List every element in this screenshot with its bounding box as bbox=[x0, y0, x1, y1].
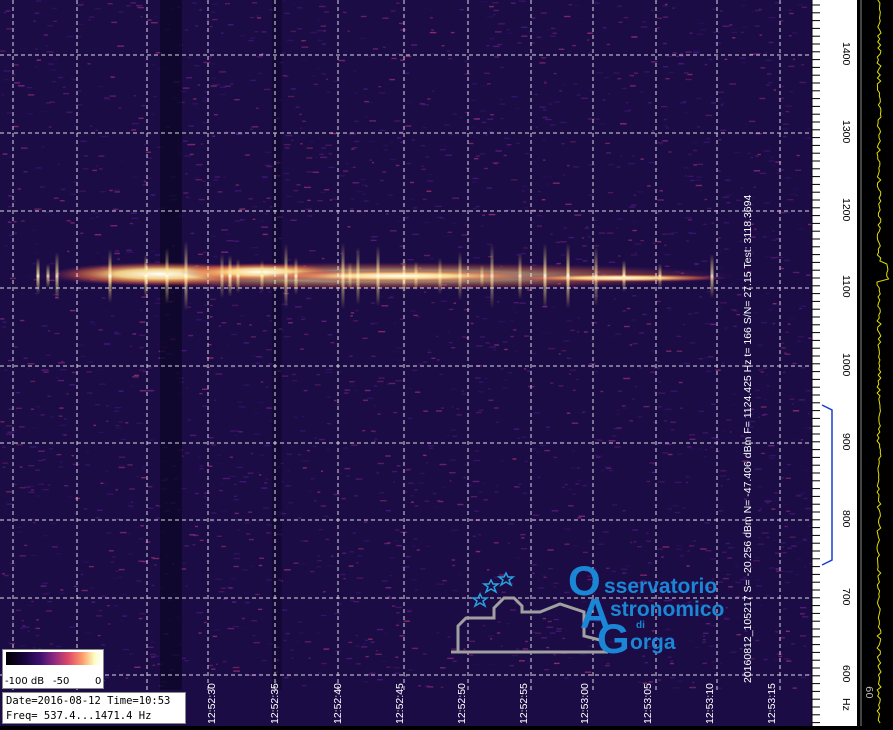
legend-max: 0 bbox=[95, 676, 102, 687]
time-label: 12:53:10 bbox=[704, 683, 716, 724]
right-strip-value: 60 bbox=[863, 686, 874, 699]
frequency-label: 1100 bbox=[840, 275, 852, 298]
spike bbox=[376, 245, 380, 307]
spike bbox=[622, 260, 626, 292]
frequency-label: 800 bbox=[840, 510, 852, 528]
spectrogram-view: 2512:52:3012:52:3512:52:4012:52:4512:52:… bbox=[0, 0, 893, 726]
frequency-label: 900 bbox=[840, 433, 852, 451]
spike bbox=[220, 253, 224, 299]
logo-letter-g: G bbox=[597, 615, 630, 662]
frequency-label: 1000 bbox=[840, 353, 852, 377]
signal-strip bbox=[857, 0, 893, 726]
legend-min: -100 dB bbox=[5, 676, 45, 687]
spike bbox=[348, 262, 352, 290]
time-label: 12:52:50 bbox=[456, 683, 468, 724]
info-box: Date=2016-08-12 Time=10:53 Freq= 537.4..… bbox=[2, 692, 186, 724]
spike bbox=[490, 243, 494, 309]
meteor-echo-trace bbox=[20, 262, 740, 290]
frequency-label: 600 bbox=[840, 665, 852, 683]
spike bbox=[36, 257, 40, 295]
color-scale-bar bbox=[6, 652, 102, 665]
spike bbox=[284, 243, 288, 309]
time-label: 12:53:15 bbox=[766, 683, 778, 724]
logo-word-1: sservatorio bbox=[604, 575, 718, 598]
spike bbox=[356, 247, 360, 305]
time-label: 12:53:05 bbox=[642, 683, 654, 724]
spike bbox=[294, 257, 298, 295]
info-frequency-range: Freq= 537.4...1471.4 Hz bbox=[6, 710, 152, 722]
info-date-time: Date=2016-08-12 Time=10:53 bbox=[6, 695, 171, 707]
spike bbox=[165, 248, 169, 304]
spike bbox=[341, 242, 345, 310]
time-label: 12:52:30 bbox=[206, 683, 218, 724]
spike bbox=[566, 243, 570, 309]
spike bbox=[458, 251, 462, 301]
right-strip-label: 60 bbox=[863, 686, 874, 699]
spike bbox=[108, 249, 112, 303]
time-label: 12:52:55 bbox=[518, 683, 530, 724]
spike bbox=[55, 252, 59, 300]
spike bbox=[438, 257, 442, 295]
spike bbox=[480, 264, 484, 288]
status-text: 20160812_105217 S= -20.256 dBm N= -47.40… bbox=[742, 194, 754, 683]
spike bbox=[594, 246, 598, 306]
spike bbox=[414, 261, 418, 291]
legend-mid: -50 bbox=[53, 676, 70, 687]
spike bbox=[658, 263, 662, 289]
spike bbox=[46, 263, 50, 289]
spike bbox=[543, 243, 547, 309]
frequency-label: Hz bbox=[840, 697, 852, 711]
spike bbox=[184, 241, 188, 311]
spike bbox=[228, 255, 232, 297]
time-label: 12:52:45 bbox=[394, 683, 406, 724]
status-line: 20160812_105217 S= -20.256 dBm N= -47.40… bbox=[742, 195, 754, 683]
frequency-label: 1300 bbox=[840, 120, 852, 144]
frequency-label: 1400 bbox=[840, 42, 852, 66]
time-label: 12:52:35 bbox=[269, 683, 281, 724]
spectrogram-canvas bbox=[0, 0, 893, 726]
spike bbox=[518, 252, 522, 300]
spike bbox=[260, 260, 264, 292]
frequency-label: 700 bbox=[840, 588, 852, 606]
logo-word-4: orga bbox=[630, 631, 676, 654]
signal-gap bbox=[272, 0, 282, 690]
spike bbox=[710, 253, 714, 299]
time-label: 12:53:00 bbox=[579, 683, 591, 724]
color-scale-legend: -100 dB -50 0 bbox=[2, 649, 104, 689]
signal-gap bbox=[160, 0, 182, 690]
frequency-label: 1200 bbox=[840, 198, 852, 222]
time-label: 12:52:40 bbox=[332, 683, 344, 724]
